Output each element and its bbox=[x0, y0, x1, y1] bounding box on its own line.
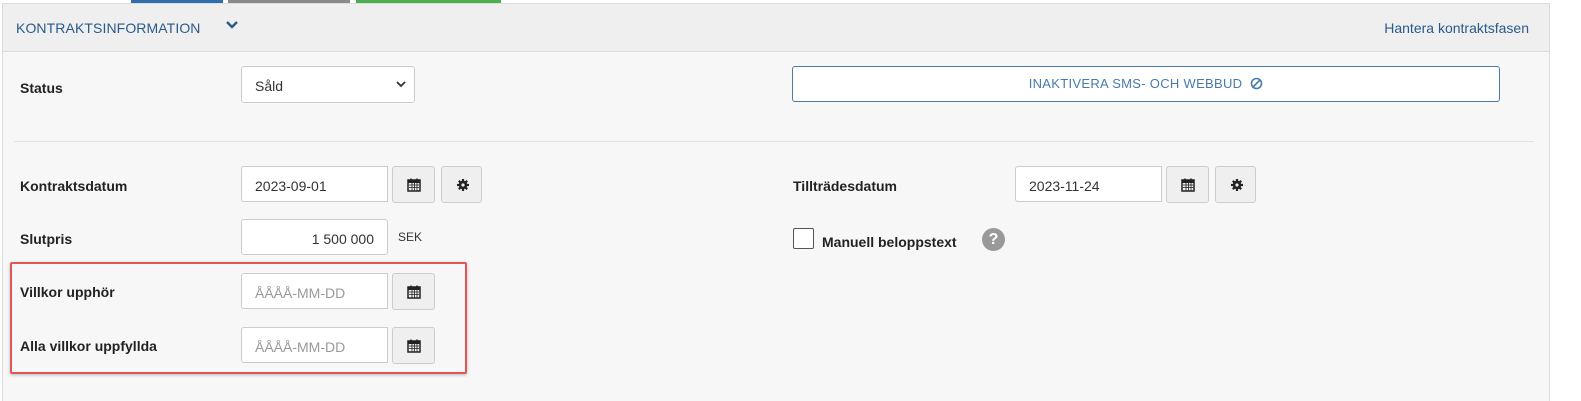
contract-date-calendar-button[interactable] bbox=[392, 166, 435, 203]
status-label: Status bbox=[20, 80, 63, 96]
gear-icon bbox=[457, 179, 469, 191]
ban-icon bbox=[1250, 77, 1263, 90]
chevron-down-icon bbox=[396, 81, 406, 88]
access-date-settings-button[interactable] bbox=[1215, 166, 1256, 203]
sms-button-label: INAKTIVERA SMS- OCH WEBBUD bbox=[1028, 76, 1243, 91]
access-date-input[interactable]: 2023-11-24 bbox=[1015, 166, 1162, 202]
highlight-box bbox=[10, 262, 467, 374]
status-selected-value: Såld bbox=[255, 78, 284, 94]
section-divider bbox=[14, 141, 1534, 142]
manual-amount-text-label: Manuell beloppstext bbox=[822, 234, 957, 250]
chevron-down-icon[interactable] bbox=[225, 19, 239, 31]
help-icon[interactable]: ? bbox=[982, 228, 1005, 251]
gear-icon bbox=[1231, 179, 1243, 191]
final-price-label: Slutpris bbox=[20, 231, 73, 247]
panel-title[interactable]: KONTRAKTSINFORMATION bbox=[16, 20, 201, 36]
final-price-value: 1 500 000 bbox=[311, 231, 374, 247]
contract-date-input[interactable]: 2023-09-01 bbox=[241, 166, 388, 202]
manual-amount-text-checkbox[interactable] bbox=[793, 228, 814, 249]
disable-sms-web-bids-button[interactable]: INAKTIVERA SMS- OCH WEBBUD bbox=[792, 66, 1500, 102]
currency-unit: SEK bbox=[398, 230, 423, 244]
access-date-value: 2023-11-24 bbox=[1029, 178, 1100, 194]
access-date-label: Tillträdesdatum bbox=[793, 178, 897, 194]
contract-date-label: Kontraktsdatum bbox=[20, 178, 128, 194]
status-select[interactable]: Såld bbox=[241, 66, 415, 103]
panel-header: KONTRAKTSINFORMATION Hantera kontraktsfa… bbox=[3, 4, 1549, 52]
manage-contract-phase-link[interactable]: Hantera kontraktsfasen bbox=[1384, 20, 1529, 36]
contract-date-value: 2023-09-01 bbox=[255, 178, 327, 194]
access-date-calendar-button[interactable] bbox=[1166, 166, 1209, 203]
calendar-icon bbox=[407, 178, 421, 192]
final-price-input[interactable]: 1 500 000 bbox=[241, 219, 388, 255]
contract-date-settings-button[interactable] bbox=[441, 166, 482, 203]
calendar-icon bbox=[1181, 178, 1195, 192]
